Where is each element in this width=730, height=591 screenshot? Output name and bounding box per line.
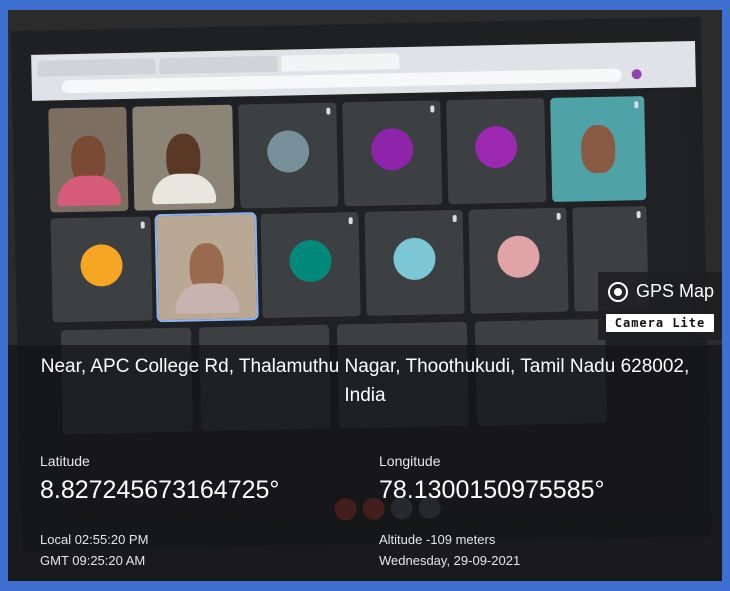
participant-tile — [238, 102, 339, 209]
avatar — [393, 237, 436, 281]
address-line-1: Near, APC College Rd, Thalamuthu Nagar, … — [40, 356, 690, 377]
avatar — [370, 127, 414, 171]
date: Wednesday, 29-09-2021 — [379, 553, 521, 568]
browser-tab[interactable] — [37, 58, 156, 77]
latitude-value: 8.827245673164725° — [40, 476, 280, 504]
gmt-time: GMT 09:25:20 AM — [40, 553, 146, 568]
mic-muted-icon — [348, 217, 353, 225]
avatar — [266, 129, 310, 173]
profile-avatar[interactable] — [631, 69, 642, 80]
mic-muted-icon — [634, 101, 639, 109]
participant-tile — [132, 104, 235, 211]
participant-tile — [468, 207, 569, 314]
participant-tile — [50, 216, 153, 323]
participant-tile — [446, 98, 547, 205]
mic-muted-icon — [140, 221, 145, 229]
mic-muted-icon — [452, 214, 457, 223]
participant-tile-speaking — [154, 212, 259, 323]
watermark-subtitle: Camera Lite — [606, 314, 714, 332]
participant-tile — [364, 209, 465, 316]
participant-tile — [550, 96, 647, 202]
avatar — [289, 239, 332, 283]
mic-muted-icon — [636, 211, 641, 219]
address-line-2: India — [344, 385, 386, 406]
participant-tile — [260, 212, 361, 319]
avatar — [497, 235, 540, 278]
participant-tile — [48, 106, 129, 213]
local-time: Local 02:55:20 PM — [40, 532, 149, 547]
participant-tile — [342, 100, 443, 207]
browser-tab[interactable] — [159, 55, 278, 75]
avatar — [474, 125, 518, 169]
latitude-label: Latitude — [40, 453, 90, 469]
gps-map-camera-watermark: GPS Map Camera Lite — [598, 272, 722, 340]
mic-muted-icon — [430, 105, 435, 113]
camera-lens-icon — [608, 282, 628, 302]
longitude-value: 78.1300150975585° — [379, 476, 605, 504]
mic-muted-icon — [556, 212, 561, 220]
avatar — [80, 243, 123, 287]
watermark-title: GPS Map — [636, 281, 715, 301]
mic-muted-icon — [326, 107, 331, 115]
browser-tab-active[interactable] — [281, 53, 400, 72]
altitude: Altitude -109 meters — [379, 532, 496, 547]
longitude-label: Longitude — [379, 453, 441, 469]
browser-toolbar — [31, 40, 696, 101]
address-text: Near, APC College Rd, Thalamuthu Nagar, … — [8, 352, 722, 410]
